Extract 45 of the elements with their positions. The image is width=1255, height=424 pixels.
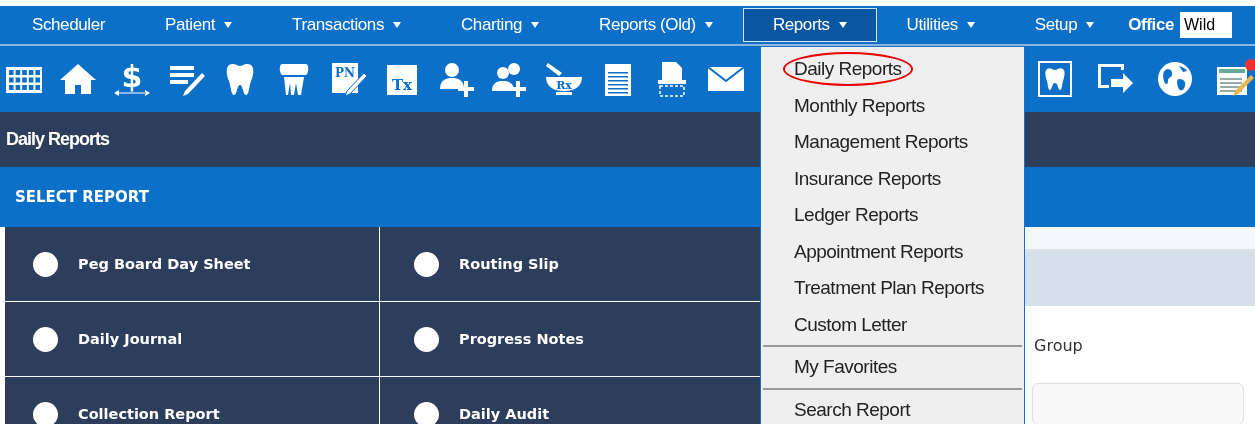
report-option[interactable]: Routing Slip bbox=[380, 227, 760, 302]
report-label: Routing Slip bbox=[459, 256, 559, 272]
radio-button[interactable] bbox=[414, 401, 439, 424]
globe-icon[interactable] bbox=[1155, 59, 1195, 99]
report-option[interactable]: Daily Audit bbox=[380, 377, 760, 424]
menu-item[interactable]: Daily Reports bbox=[783, 52, 913, 87]
radio-button[interactable] bbox=[414, 251, 439, 277]
menu-item[interactable]: Setup bbox=[1004, 8, 1125, 42]
report-label: Progress Notes bbox=[459, 331, 584, 347]
input-field[interactable] bbox=[1032, 383, 1244, 424]
menu-item[interactable]: Patient bbox=[134, 8, 263, 42]
section-heading: SELECT REPORT bbox=[15, 188, 149, 206]
radio-button[interactable] bbox=[33, 401, 58, 424]
report-label: Peg Board Day Sheet bbox=[78, 256, 251, 272]
report-option[interactable]: Peg Board Day Sheet bbox=[5, 227, 380, 302]
office-field[interactable]: Wild bbox=[1180, 12, 1232, 38]
menu-item[interactable]: My Favorites bbox=[783, 350, 908, 385]
menu-item[interactable]: Appointment Reports bbox=[783, 234, 974, 269]
tooth-frame-icon[interactable] bbox=[1035, 59, 1075, 99]
report-label: Collection Report bbox=[78, 406, 220, 422]
menu-item[interactable]: Reports bbox=[742, 8, 877, 42]
report-label: Daily Audit bbox=[459, 406, 550, 422]
menu-item[interactable]: Management Reports bbox=[783, 125, 979, 160]
menu-item[interactable]: Scheduler bbox=[2, 8, 135, 42]
radio-button[interactable] bbox=[33, 326, 58, 352]
menu-item[interactable]: Search Report bbox=[783, 392, 921, 424]
report-option[interactable]: Progress Notes bbox=[380, 302, 760, 377]
panel-title: Daily Reports bbox=[6, 129, 110, 150]
sheet-pencil-icon[interactable] bbox=[1215, 59, 1255, 99]
menu-item[interactable]: Monthly Reports bbox=[783, 88, 936, 123]
report-option[interactable]: Collection Report bbox=[5, 377, 380, 424]
menu-item[interactable]: Charting bbox=[431, 8, 570, 42]
report-label: Daily Journal bbox=[78, 331, 183, 347]
office-label: Office bbox=[1128, 15, 1174, 35]
menu-item[interactable]: Treatment Plan Reports bbox=[783, 271, 995, 306]
menu-item[interactable]: Ledger Reports bbox=[783, 198, 929, 233]
menu-item[interactable]: Insurance Reports bbox=[783, 161, 952, 196]
radio-button[interactable] bbox=[33, 251, 58, 277]
menu-item[interactable]: Custom Letter bbox=[783, 307, 918, 342]
radio-button[interactable] bbox=[414, 326, 439, 352]
report-option[interactable]: Daily Journal bbox=[5, 302, 380, 377]
menu-item[interactable]: Transactions bbox=[262, 8, 431, 42]
menu-item[interactable]: Utilities bbox=[876, 8, 1005, 42]
menu-item[interactable]: Reports (Old) bbox=[569, 8, 743, 42]
group-label: Group bbox=[1034, 336, 1084, 355]
